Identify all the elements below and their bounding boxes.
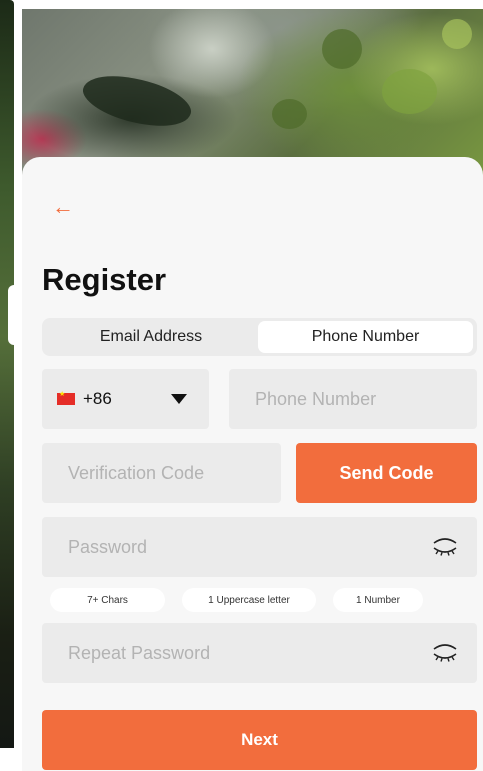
- foliage-dot: [442, 19, 472, 49]
- password-hint-uppercase: 1 Uppercase letter: [182, 588, 316, 612]
- background-photo-edge: [0, 0, 14, 748]
- eye-closed-icon[interactable]: [431, 537, 459, 557]
- back-button[interactable]: ←: [52, 196, 78, 218]
- repeat-password-input[interactable]: Repeat Password: [42, 623, 477, 683]
- tab-phone-number[interactable]: Phone Number: [258, 321, 473, 353]
- password-hint-length: 7+ Chars: [50, 588, 165, 612]
- verification-code-input[interactable]: Verification Code: [42, 443, 281, 503]
- foliage-dot: [272, 99, 307, 129]
- eye-closed-icon[interactable]: [431, 643, 459, 663]
- register-method-tabs: Email Address Phone Number: [42, 318, 477, 356]
- page-title: Register: [42, 262, 167, 297]
- tab-email-address[interactable]: Email Address: [45, 321, 257, 353]
- foliage-dot: [382, 69, 437, 114]
- password-hint-number: 1 Number: [333, 588, 423, 612]
- repeat-password-placeholder: Repeat Password: [68, 642, 211, 663]
- foliage-dot: [322, 29, 362, 69]
- leaf-shape: [77, 63, 197, 139]
- country-code-select[interactable]: +86: [42, 369, 209, 429]
- next-button[interactable]: Next: [42, 710, 477, 770]
- arrow-left-icon: ←: [52, 194, 74, 219]
- country-code-value: +86: [83, 389, 112, 408]
- china-flag-icon: [57, 390, 75, 405]
- password-placeholder: Password: [68, 536, 148, 557]
- caret-down-icon: [171, 394, 187, 404]
- phone-number-input[interactable]: Phone Number: [229, 369, 477, 429]
- send-code-button[interactable]: Send Code: [296, 443, 477, 503]
- password-input[interactable]: Password: [42, 517, 477, 577]
